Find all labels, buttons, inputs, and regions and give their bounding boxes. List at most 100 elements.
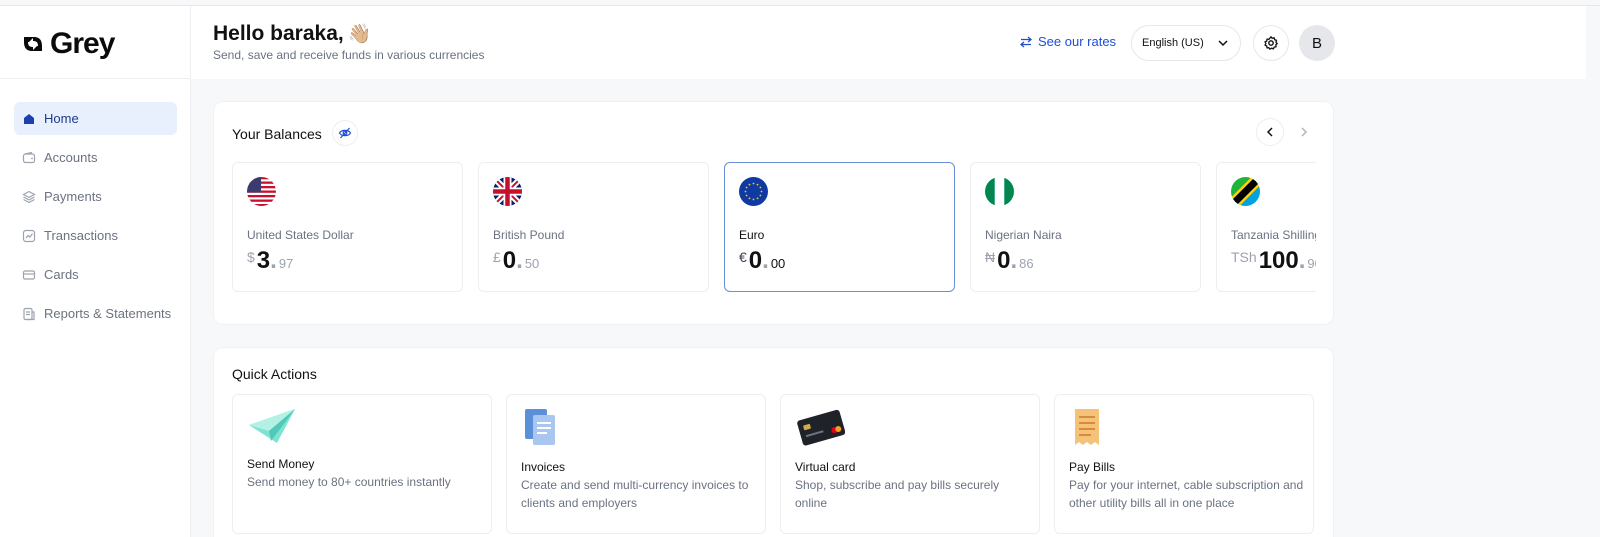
balance-card-gbp[interactable]: British Pound £ 0 . 50 [478,162,709,292]
invoices-card[interactable]: Invoices Create and send multi-currency … [506,394,766,534]
layers-icon [22,190,36,203]
currency-symbol: £ [493,249,501,265]
page-subtitle: Send, save and receive funds in various … [213,48,485,62]
virtual-card-icon [797,409,845,446]
amount-separator: . [1010,247,1018,274]
balance-amount: $ 3 . 97 [247,247,293,275]
sidebar-item-transactions[interactable]: Transactions [14,219,177,252]
action-description: Create and send multi-currency invoices … [521,478,749,510]
amount-separator: . [762,247,769,274]
sidebar-item-reports[interactable]: Reports & Statements [14,297,177,330]
uk-flag-icon [493,177,522,206]
balance-amount: € 0 . 00 [739,247,785,275]
currency-symbol: $ [247,249,255,265]
sidebar-item-home[interactable]: Home [14,102,177,135]
amount-decimal: 97 [278,256,294,271]
card-icon [22,269,36,280]
balances-panel: Your Balances United States Dollar $ 3 .… [213,101,1334,325]
balance-amount: TSh 100 . 90 [1231,247,1316,275]
currency-symbol: € [739,249,747,265]
eu-flag-icon [739,177,768,206]
ng-flag-icon [985,177,1014,206]
chevron-down-icon [1218,40,1228,47]
tz-flag-icon [1231,177,1260,206]
action-title: Send Money [247,457,315,471]
greeting-text: Hello baraka, [213,22,344,45]
us-flag-icon [247,177,276,206]
currency-name: British Pound [493,228,565,242]
amount-separator: . [1298,247,1306,274]
balances-next-button[interactable] [1290,118,1318,146]
waving-hand-icon: 👋🏼 [347,24,372,45]
sidebar-item-cards[interactable]: Cards [14,258,177,291]
action-title: Invoices [521,460,566,474]
invoice-icon [525,409,555,445]
balance-card-ngn[interactable]: Nigerian Naira ₦ 0 . 86 [970,162,1201,292]
language-value: English (US) [1142,37,1204,49]
balances-prev-button[interactable] [1256,118,1284,146]
send-money-card[interactable]: Send Money Send money to 80+ countries i… [232,394,492,534]
brand-name: Grey [50,27,115,60]
amount-separator: . [516,247,523,274]
amount-integer: 3 [256,247,271,274]
see-rates-label: See our rates [1038,34,1117,49]
amount-decimal: 50 [524,256,540,271]
currency-name: Euro [739,228,765,242]
sidebar-item-label: Accounts [44,150,98,165]
home-icon [24,113,34,124]
amount-separator: . [270,247,277,274]
amount-decimal: 90 [1307,256,1316,271]
balance-card-tzs[interactable]: Tanzania Shilling TSh 100 . 90 [1216,162,1316,292]
sidebar-item-label: Home [44,111,79,126]
pay-bills-card[interactable]: Pay Bills Pay for your internet, cable s… [1054,394,1314,534]
logo[interactable]: Grey [20,26,115,62]
sidebar-item-payments[interactable]: Payments [14,180,177,213]
receipt-icon [1075,409,1099,445]
hide-balance-button[interactable] [332,120,358,146]
balance-carousel: United States Dollar $ 3 . 97 British Po… [232,162,1316,294]
currency-symbol: TSh [1231,249,1257,265]
action-title: Pay Bills [1069,460,1116,474]
currency-symbol: ₦ [985,249,996,265]
chevron-right-icon [1301,127,1308,137]
currency-name: United States Dollar [247,228,354,242]
amount-integer: 0 [997,247,1011,274]
balance-card-eur[interactable]: Euro € 0 . 00 [724,162,955,292]
gear-icon [1264,36,1278,50]
sidebar-nav: Home Accounts Payments Transactions Card… [14,102,177,336]
action-description: Shop, subscribe and pay bills securely o… [795,478,1000,510]
amount-decimal: 00 [770,256,786,271]
action-description: Send money to 80+ countries instantly [247,475,451,489]
eye-off-icon [338,127,352,139]
sidebar-item-label: Transactions [44,228,118,243]
sidebar-item-label: Reports & Statements [44,306,172,321]
quick-actions-panel: Quick Actions Send Money Send money to 8… [213,347,1334,537]
currency-name: Tanzania Shilling [1231,228,1316,242]
language-select[interactable]: English (US) [1131,25,1241,61]
report-icon [23,307,35,320]
virtual-card-card[interactable]: Virtual card Shop, subscribe and pay bil… [780,394,1040,534]
sidebar-item-label: Cards [44,267,79,282]
chevron-left-icon [1266,127,1273,137]
exchange-icon [1019,36,1033,47]
action-title: Virtual card [795,460,856,474]
settings-button[interactable] [1253,25,1289,61]
grey-logo-icon [24,37,42,51]
balance-amount: ₦ 0 . 86 [985,247,1034,275]
see-rates-link[interactable]: See our rates [1019,34,1116,49]
avatar[interactable]: B [1299,25,1335,61]
balance-amount: £ 0 . 50 [493,247,539,275]
currency-name: Nigerian Naira [985,228,1062,242]
sidebar: Grey Home Accounts Payments Transactions… [0,6,191,537]
amount-integer: 100 [1258,247,1299,274]
wallet-icon [22,151,36,163]
action-description: Pay for your internet, cable subscriptio… [1069,478,1304,510]
chart-icon [22,229,36,242]
page-title: Hello baraka, 👋🏼 [213,22,371,46]
balance-card-usd[interactable]: United States Dollar $ 3 . 97 [232,162,463,292]
amount-integer: 0 [502,247,517,274]
sidebar-item-accounts[interactable]: Accounts [14,141,177,174]
amount-integer: 0 [748,247,763,274]
sidebar-item-label: Payments [44,189,102,204]
amount-decimal: 86 [1019,256,1034,271]
